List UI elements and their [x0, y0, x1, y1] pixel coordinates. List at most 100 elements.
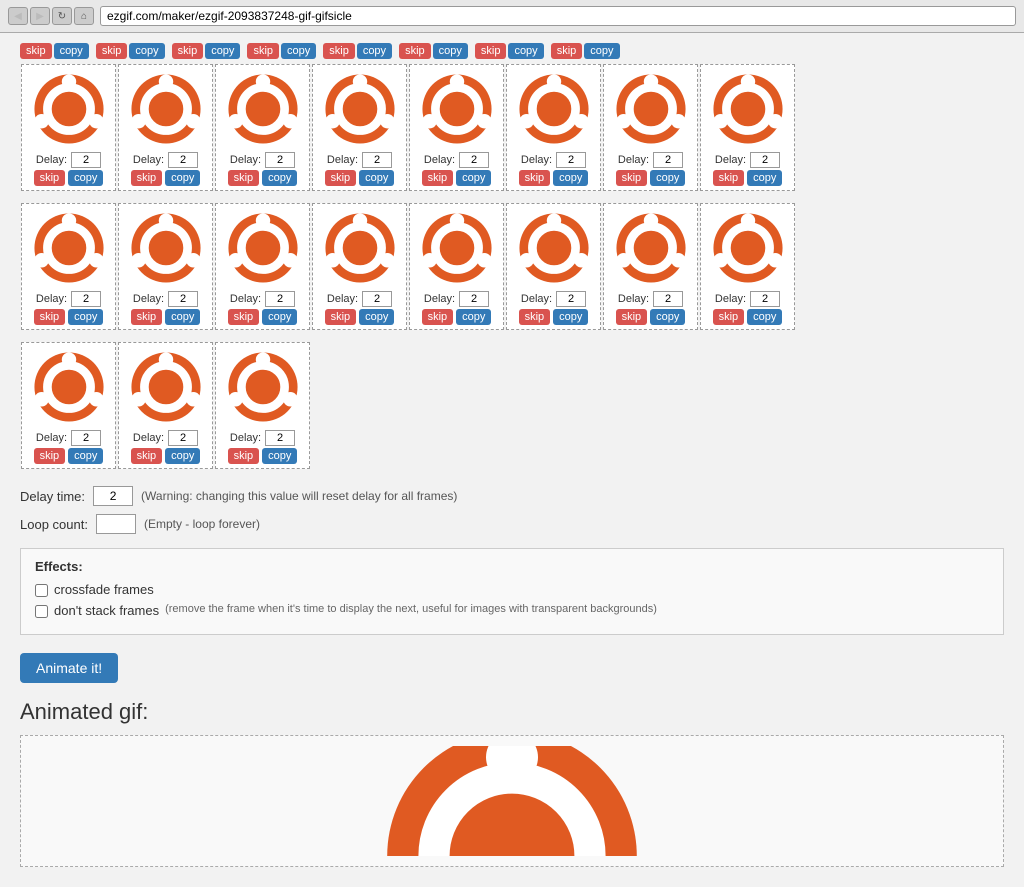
- skip-btn-16[interactable]: skip: [713, 309, 745, 325]
- delay-input-11[interactable]: [265, 291, 295, 307]
- top-btn-group-5: skip copy: [323, 43, 392, 59]
- copy-button-top-8[interactable]: copy: [584, 43, 619, 59]
- delay-input-2[interactable]: [168, 152, 198, 168]
- skip-btn-17[interactable]: skip: [34, 448, 66, 464]
- copy-button-top-4[interactable]: copy: [281, 43, 316, 59]
- skip-btn-19[interactable]: skip: [228, 448, 260, 464]
- copy-btn-17[interactable]: copy: [68, 448, 103, 464]
- skip-btn-18[interactable]: skip: [131, 448, 163, 464]
- delay-input-19[interactable]: [265, 430, 295, 446]
- delay-input-3[interactable]: [265, 152, 295, 168]
- copy-btn-9[interactable]: copy: [68, 309, 103, 325]
- copy-btn-3[interactable]: copy: [262, 170, 297, 186]
- frame-12: Delay: skip copy: [312, 203, 407, 330]
- skip-button-top-1[interactable]: skip: [20, 43, 52, 59]
- copy-btn-11[interactable]: copy: [262, 309, 297, 325]
- copy-btn-7[interactable]: copy: [650, 170, 685, 186]
- skip-btn-6[interactable]: skip: [519, 170, 551, 186]
- delay-input-5[interactable]: [459, 152, 489, 168]
- frame-4: Delay: skip copy: [312, 64, 407, 191]
- refresh-button[interactable]: ↻: [52, 7, 72, 25]
- frame-2: Delay: skip copy: [118, 64, 213, 191]
- delay-input-17[interactable]: [71, 430, 101, 446]
- skip-btn-2[interactable]: skip: [131, 170, 163, 186]
- copy-btn-1[interactable]: copy: [68, 170, 103, 186]
- skip-btn-9[interactable]: skip: [34, 309, 66, 325]
- skip-btn-10[interactable]: skip: [131, 309, 163, 325]
- delay-input-7[interactable]: [653, 152, 683, 168]
- skip-btn-11[interactable]: skip: [228, 309, 260, 325]
- delay-label-7: Delay:: [618, 154, 649, 166]
- frame-3: Delay: skip copy: [215, 64, 310, 191]
- copy-btn-8[interactable]: copy: [747, 170, 782, 186]
- frame-image-19: [223, 347, 303, 427]
- skip-button-top-3[interactable]: skip: [172, 43, 204, 59]
- delay-input-9[interactable]: [71, 291, 101, 307]
- delay-time-input[interactable]: [93, 486, 133, 506]
- animate-button[interactable]: Animate it!: [20, 653, 118, 683]
- copy-btn-10[interactable]: copy: [165, 309, 200, 325]
- delay-input-8[interactable]: [750, 152, 780, 168]
- address-bar[interactable]: [100, 6, 1016, 26]
- skip-btn-1[interactable]: skip: [34, 170, 66, 186]
- skip-btn-13[interactable]: skip: [422, 309, 454, 325]
- copy-btn-19[interactable]: copy: [262, 448, 297, 464]
- skip-btn-5[interactable]: skip: [422, 170, 454, 186]
- btn-row-11: skip copy: [228, 309, 298, 325]
- skip-button-top-4[interactable]: skip: [247, 43, 279, 59]
- delay-input-1[interactable]: [71, 152, 101, 168]
- delay-input-16[interactable]: [750, 291, 780, 307]
- frames-row-3: Delay: skip copy Delay:: [20, 341, 1004, 470]
- copy-btn-13[interactable]: copy: [456, 309, 491, 325]
- delay-input-14[interactable]: [556, 291, 586, 307]
- skip-button-top-8[interactable]: skip: [551, 43, 583, 59]
- copy-button-top-6[interactable]: copy: [433, 43, 468, 59]
- copy-button-top-1[interactable]: copy: [54, 43, 89, 59]
- back-button[interactable]: ◀: [8, 7, 28, 25]
- home-button[interactable]: ⌂: [74, 7, 94, 25]
- copy-btn-2[interactable]: copy: [165, 170, 200, 186]
- forward-button[interactable]: ▶: [30, 7, 50, 25]
- skip-button-top-7[interactable]: skip: [475, 43, 507, 59]
- skip-btn-15[interactable]: skip: [616, 309, 648, 325]
- frame-image-15: [611, 208, 691, 288]
- skip-btn-3[interactable]: skip: [228, 170, 260, 186]
- delay-input-4[interactable]: [362, 152, 392, 168]
- copy-btn-12[interactable]: copy: [359, 309, 394, 325]
- effects-title: Effects:: [35, 559, 989, 574]
- delay-input-18[interactable]: [168, 430, 198, 446]
- skip-btn-12[interactable]: skip: [325, 309, 357, 325]
- copy-button-top-7[interactable]: copy: [508, 43, 543, 59]
- frame-1: Delay: skip copy: [21, 64, 116, 191]
- copy-button-top-5[interactable]: copy: [357, 43, 392, 59]
- skip-button-top-5[interactable]: skip: [323, 43, 355, 59]
- frame-18: Delay: skip copy: [118, 342, 213, 469]
- skip-btn-7[interactable]: skip: [616, 170, 648, 186]
- copy-btn-5[interactable]: copy: [456, 170, 491, 186]
- copy-button-top-2[interactable]: copy: [129, 43, 164, 59]
- dont-stack-checkbox[interactable]: [35, 605, 48, 618]
- copy-btn-18[interactable]: copy: [165, 448, 200, 464]
- delay-input-15[interactable]: [653, 291, 683, 307]
- skip-button-top-2[interactable]: skip: [96, 43, 128, 59]
- delay-input-12[interactable]: [362, 291, 392, 307]
- skip-btn-4[interactable]: skip: [325, 170, 357, 186]
- copy-btn-6[interactable]: copy: [553, 170, 588, 186]
- frame-7: Delay: skip copy: [603, 64, 698, 191]
- crossfade-checkbox[interactable]: [35, 584, 48, 597]
- copy-btn-16[interactable]: copy: [747, 309, 782, 325]
- skip-button-top-6[interactable]: skip: [399, 43, 431, 59]
- copy-btn-4[interactable]: copy: [359, 170, 394, 186]
- copy-btn-15[interactable]: copy: [650, 309, 685, 325]
- delay-input-6[interactable]: [556, 152, 586, 168]
- delay-input-10[interactable]: [168, 291, 198, 307]
- frame-image-5: [417, 69, 497, 149]
- copy-button-top-3[interactable]: copy: [205, 43, 240, 59]
- skip-btn-14[interactable]: skip: [519, 309, 551, 325]
- copy-btn-14[interactable]: copy: [553, 309, 588, 325]
- loop-count-input[interactable]: [96, 514, 136, 534]
- btn-row-7: skip copy: [616, 170, 686, 186]
- btn-row-12: skip copy: [325, 309, 395, 325]
- skip-btn-8[interactable]: skip: [713, 170, 745, 186]
- delay-input-13[interactable]: [459, 291, 489, 307]
